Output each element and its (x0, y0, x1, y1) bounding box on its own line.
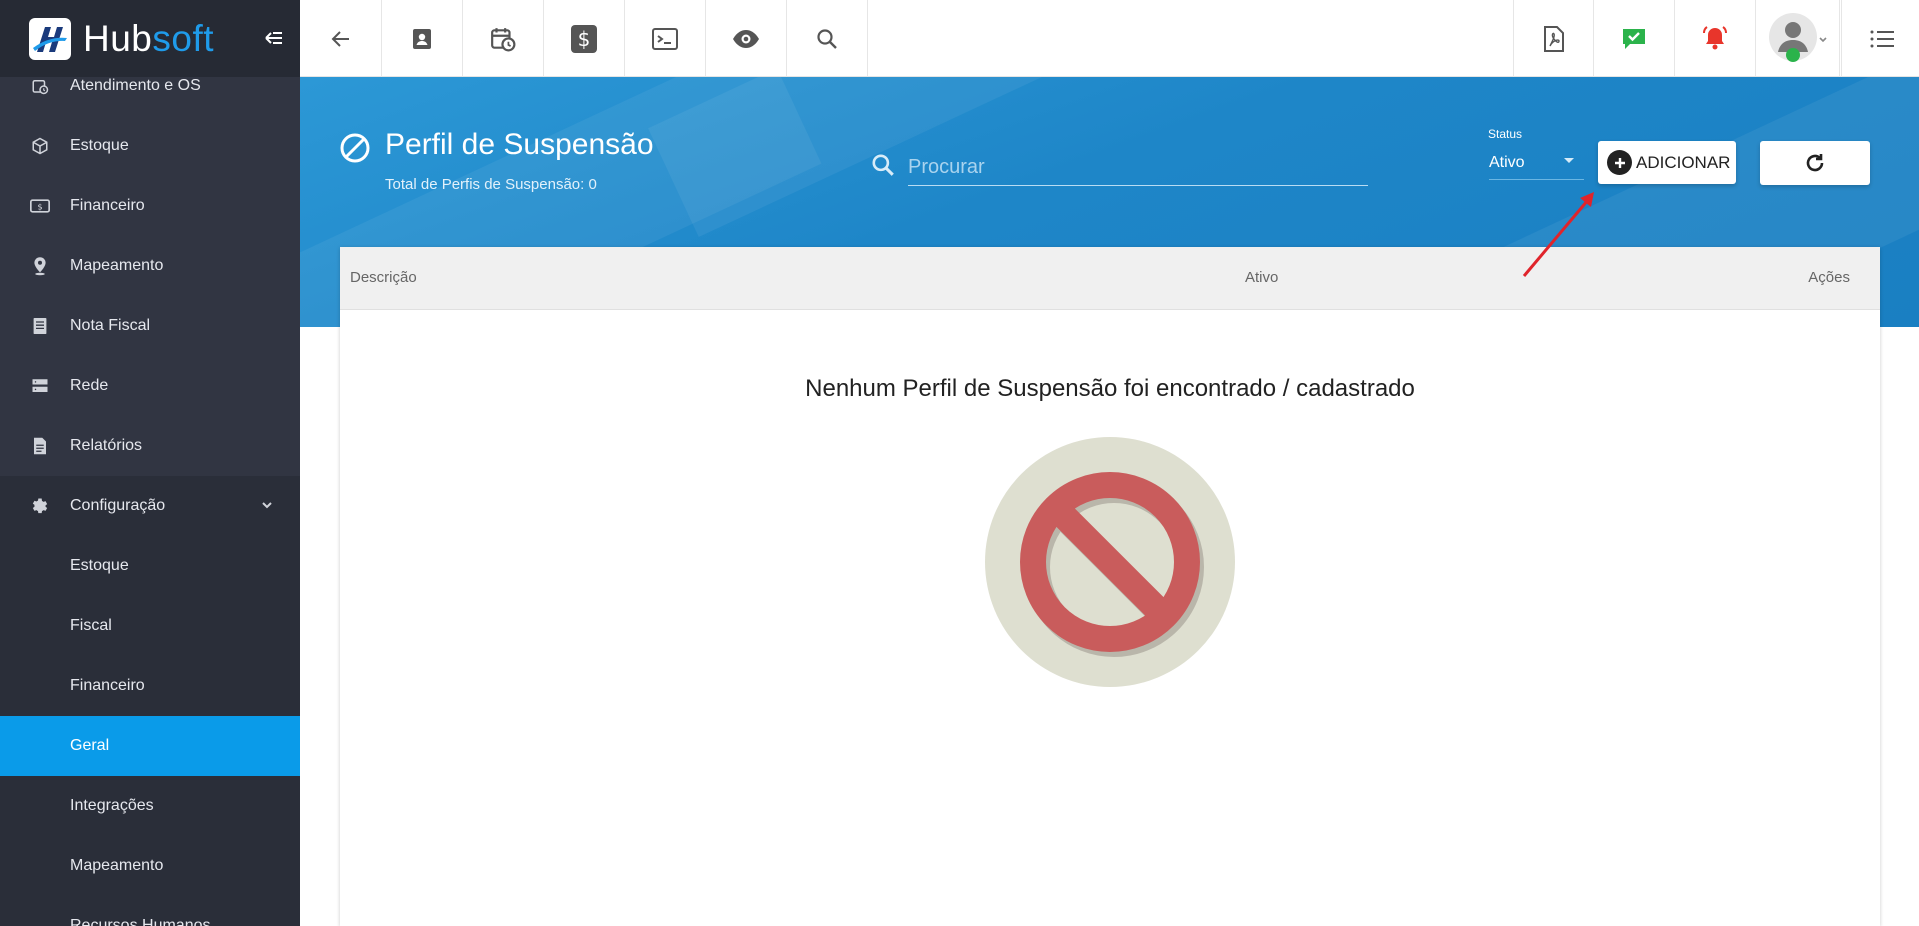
refresh-icon (1806, 154, 1824, 172)
sidebar-item-label: Atendimento e OS (70, 77, 201, 94)
search-bar (868, 146, 1368, 186)
box-icon (30, 136, 50, 156)
menu-list-button[interactable] (1841, 0, 1919, 77)
map-pin-icon (30, 256, 50, 276)
sidebar-subitem-estoque[interactable]: Estoque (0, 536, 300, 596)
gear-icon (30, 496, 50, 516)
status-select[interactable]: Ativo (1489, 148, 1584, 180)
pdf-button[interactable] (1513, 0, 1594, 77)
collapse-menu-icon[interactable] (262, 26, 286, 50)
status-value: Ativo (1489, 154, 1525, 171)
terminal-icon (652, 27, 678, 50)
document-icon (30, 316, 50, 336)
column-header-descricao[interactable]: Descrição (350, 269, 417, 286)
back-button[interactable] (300, 0, 382, 77)
terminal-button[interactable] (625, 0, 706, 77)
suspension-profiles-table: Descrição Ativo Ações Nenhum Perfil de S… (340, 247, 1880, 926)
server-icon (30, 376, 50, 396)
sidebar-subitem-label: Geral (70, 737, 110, 754)
svg-text:$: $ (37, 201, 42, 211)
table-header: Descrição Ativo Ações (340, 247, 1880, 310)
sidebar-item-relatorios[interactable]: Relatórios (0, 416, 300, 476)
brand-name-part2: soft (152, 17, 215, 59)
notifications-button[interactable] (1675, 0, 1756, 77)
dollar-icon: $ (571, 24, 597, 53)
sidebar-item-estoque[interactable]: Estoque (0, 116, 300, 176)
calendar-clock-icon (30, 76, 50, 96)
view-button[interactable] (706, 0, 787, 77)
search-icon (872, 154, 894, 176)
sidebar-item-label: Financeiro (70, 197, 145, 214)
sidebar-item-label: Estoque (70, 137, 129, 154)
add-button-label: ADICIONAR (1636, 152, 1731, 172)
bell-alert-icon (1703, 25, 1727, 49)
sidebar-subitem-integracoes[interactable]: Integrações (0, 776, 300, 836)
logo-bar: Hubsoft (0, 0, 300, 77)
sidebar-item-label: Mapeamento (70, 257, 164, 274)
sidebar-item-nota-fiscal[interactable]: Nota Fiscal (0, 296, 300, 356)
list-icon (1870, 30, 1894, 47)
sidebar-item-configuracao[interactable]: Configuração (0, 476, 300, 536)
column-header-acoes: Ações (1808, 269, 1850, 286)
chat-check-icon (1623, 28, 1645, 49)
page-subtitle: Total de Perfis de Suspensão: 0 (385, 176, 597, 193)
report-icon (30, 436, 50, 456)
search-icon (817, 28, 837, 49)
hubsoft-logo-icon (29, 17, 71, 60)
sidebar-subitem-label: Recursos Humanos (70, 917, 211, 926)
finance-button[interactable]: $ (544, 0, 625, 77)
svg-text:$: $ (578, 27, 591, 51)
sidebar-subitem-financeiro[interactable]: Financeiro (0, 656, 300, 716)
chevron-down-icon (262, 502, 272, 509)
pdf-file-icon (1543, 25, 1564, 52)
prohibited-icon (985, 437, 1235, 687)
sidebar-subitem-mapeamento[interactable]: Mapeamento (0, 836, 300, 896)
sidebar-item-label: Configuração (70, 497, 166, 514)
sidebar-subitem-label: Mapeamento (70, 857, 164, 874)
sidebar-item-mapeamento[interactable]: Mapeamento (0, 236, 300, 296)
brand-name: Hubsoft (83, 18, 214, 60)
dropdown-caret-icon (1564, 158, 1574, 163)
sidebar: Atendimento e OS Estoque $ Financeiro Ma… (0, 0, 300, 926)
sidebar-item-label: Nota Fiscal (70, 317, 151, 334)
avatar (1768, 12, 1827, 62)
schedule-button[interactable] (463, 0, 544, 77)
refresh-button[interactable] (1760, 141, 1870, 185)
add-button[interactable]: ADICIONAR (1598, 141, 1736, 184)
column-header-ativo[interactable]: Ativo (1245, 269, 1278, 286)
page-title: Perfil de Suspensão (385, 128, 654, 161)
money-icon: $ (30, 196, 50, 216)
sidebar-subitem-label: Fiscal (70, 617, 112, 634)
sidebar-nav: Atendimento e OS Estoque $ Financeiro Ma… (0, 56, 300, 926)
arrow-left-icon (331, 30, 349, 47)
messages-button[interactable] (1594, 0, 1675, 77)
empty-state-message: Nenhum Perfil de Suspensão foi encontrad… (805, 375, 1415, 402)
search-button[interactable] (787, 0, 868, 77)
sidebar-item-label: Relatórios (70, 437, 143, 454)
search-input[interactable] (908, 146, 1368, 186)
brand-name-part1: Hub (83, 17, 153, 59)
top-toolbar: $ (300, 0, 1919, 77)
sidebar-subitem-label: Integrações (70, 797, 154, 814)
contact-card-icon (413, 28, 431, 49)
sidebar-subitem-label: Estoque (70, 557, 129, 574)
sidebar-item-label: Rede (70, 377, 109, 394)
sidebar-subitem-fiscal[interactable]: Fiscal (0, 596, 300, 656)
sidebar-item-financeiro[interactable]: $ Financeiro (0, 176, 300, 236)
user-menu-button[interactable] (1756, 0, 1840, 77)
calendar-clock-icon (491, 27, 516, 51)
clients-button[interactable] (382, 0, 463, 77)
sidebar-subitem-geral[interactable]: Geral (0, 716, 300, 776)
eye-icon (733, 29, 759, 48)
plus-circle-icon (1607, 150, 1632, 175)
block-icon (340, 133, 370, 163)
status-label: Status (1488, 127, 1523, 141)
sidebar-item-rede[interactable]: Rede (0, 356, 300, 416)
sidebar-subitem-label: Financeiro (70, 677, 145, 694)
sidebar-subitem-recursos-humanos[interactable]: Recursos Humanos (0, 896, 300, 926)
